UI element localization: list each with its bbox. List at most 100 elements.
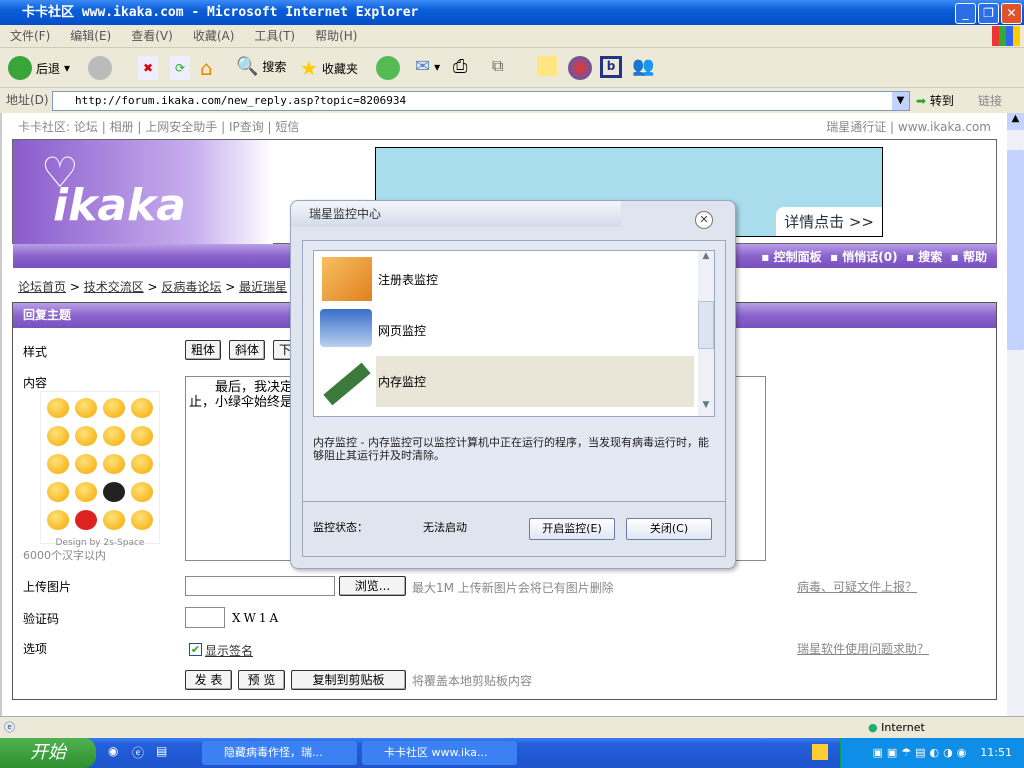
list-scroll-up-icon[interactable]: ▲: [698, 251, 714, 267]
scroll-thumb[interactable]: [1007, 150, 1024, 350]
rising-button[interactable]: [568, 56, 592, 80]
nav-messages[interactable]: 悄悄话(0): [842, 250, 897, 264]
menu-view[interactable]: 查看(V): [131, 29, 173, 43]
emoji-icon[interactable]: [103, 454, 125, 474]
dialog-close-icon[interactable]: ✕: [695, 211, 713, 229]
back-button[interactable]: 后退 ▾: [8, 56, 70, 80]
crumb-antivirus[interactable]: 反病毒论坛: [161, 280, 221, 294]
nav-search[interactable]: 搜索: [918, 250, 942, 264]
quicklaunch-media-icon[interactable]: ◉: [108, 744, 118, 758]
favorites-button[interactable]: ★ 收藏夹: [300, 56, 358, 80]
show-signature-checkbox[interactable]: ✔: [189, 643, 202, 656]
print-button[interactable]: ⎙: [453, 56, 467, 77]
stop-button[interactable]: ✖: [138, 56, 158, 80]
emoji-icon[interactable]: [103, 398, 125, 418]
history-button[interactable]: [376, 56, 400, 80]
refresh-button[interactable]: ⟳: [170, 56, 190, 80]
link-forum[interactable]: 论坛: [74, 120, 98, 134]
search-button[interactable]: 🔍 搜索: [236, 56, 286, 77]
nav-help[interactable]: 帮助: [963, 250, 987, 264]
browse-button[interactable]: 浏览...: [339, 576, 406, 596]
emoji-icon[interactable]: [131, 398, 153, 418]
emoji-icon[interactable]: [47, 426, 69, 446]
start-button[interactable]: 开始: [0, 738, 96, 768]
report-link[interactable]: 病毒、可疑文件上报？: [797, 578, 917, 595]
menu-tools[interactable]: 工具(T): [254, 29, 295, 43]
emoji-icon[interactable]: [75, 482, 97, 502]
upload-input[interactable]: [185, 576, 335, 596]
emoji-icon[interactable]: [131, 510, 153, 530]
home-button[interactable]: ⌂: [200, 56, 213, 80]
emoji-icon[interactable]: [75, 426, 97, 446]
list-scrollbar[interactable]: ▲ ▼: [698, 251, 714, 416]
crumb-tech[interactable]: 技术交流区: [84, 280, 144, 294]
list-item-webpage[interactable]: 网页监控: [378, 322, 426, 339]
list-item-registry[interactable]: 注册表监控: [378, 271, 438, 288]
maximize-button[interactable]: ❐: [978, 3, 999, 24]
link-album[interactable]: 相册: [110, 120, 134, 134]
forward-button[interactable]: [88, 56, 112, 80]
crumb-topic[interactable]: 最近瑞星: [239, 280, 287, 294]
fullscreen-button[interactable]: ⧉: [492, 56, 503, 76]
task-button-2[interactable]: 卡卡社区 www.ika...: [362, 741, 517, 765]
status-label: 监控状态：: [313, 521, 368, 534]
address-dropdown-icon[interactable]: ▼: [892, 92, 909, 110]
crumb-home[interactable]: 论坛首页: [18, 280, 66, 294]
captcha-input[interactable]: [185, 607, 225, 628]
menu-edit[interactable]: 编辑(E): [70, 29, 111, 43]
bold-button[interactable]: 粗体: [185, 340, 222, 360]
messenger-button[interactable]: 👥: [632, 56, 654, 77]
emoji-icon[interactable]: [75, 454, 97, 474]
start-monitor-button[interactable]: 开启监控(E): [529, 518, 615, 540]
emoji-icon[interactable]: [75, 398, 97, 418]
minimize-button[interactable]: _: [955, 3, 976, 24]
list-scroll-down-icon[interactable]: ▼: [698, 400, 714, 416]
b-button[interactable]: b: [600, 56, 622, 78]
monitor-list[interactable]: 注册表监控 网页监控 内存监控 ▲ ▼: [313, 250, 715, 417]
quicklaunch-ie-icon[interactable]: ⓔ: [132, 744, 144, 761]
task-button-1[interactable]: 隐藏病毒作怪，瑞...: [202, 741, 357, 765]
link-assistant[interactable]: 上网安全助手: [145, 120, 217, 134]
nav-control-panel[interactable]: 控制面板: [774, 250, 822, 264]
preview-button[interactable]: 预 览: [238, 670, 285, 690]
mail-button[interactable]: ✉ ▾: [415, 56, 440, 77]
link-passport[interactable]: 瑞星通行证: [826, 120, 886, 134]
note-button[interactable]: [537, 56, 557, 76]
emoji-icon[interactable]: [47, 510, 69, 530]
list-item-memory[interactable]: 内存监控: [378, 373, 426, 390]
emoji-icon[interactable]: [47, 454, 69, 474]
menu-file[interactable]: 文件(F): [10, 29, 50, 43]
emoji-icon[interactable]: [131, 454, 153, 474]
show-signature-label[interactable]: 显示签名: [205, 642, 253, 659]
emoji-icon[interactable]: [47, 482, 69, 502]
link-sms[interactable]: 短信: [275, 120, 299, 134]
emoji-icon[interactable]: [103, 426, 125, 446]
language-bar-icon[interactable]: [812, 744, 828, 760]
submit-button[interactable]: 发 表: [185, 670, 232, 690]
go-button[interactable]: ➡ 转到: [916, 92, 954, 110]
emoji-icon[interactable]: [131, 482, 153, 502]
scroll-up-icon[interactable]: ▲: [1007, 113, 1024, 130]
banner-detail-link[interactable]: 详情点击 >>: [776, 207, 882, 236]
close-window-button[interactable]: ✕: [1001, 3, 1022, 24]
emoji-icon[interactable]: [131, 426, 153, 446]
copy-clipboard-button[interactable]: 复制到剪贴板: [291, 670, 406, 690]
link-ip[interactable]: IP查询: [229, 120, 264, 134]
emoji-icon[interactable]: [103, 510, 125, 530]
emoji-icon[interactable]: [103, 482, 125, 502]
menu-help[interactable]: 帮助(H): [315, 29, 357, 43]
dialog-close-button[interactable]: 关闭(C): [626, 518, 712, 540]
page-scrollbar[interactable]: ▲: [1007, 113, 1024, 716]
address-input[interactable]: http://forum.ikaka.com/new_reply.asp?top…: [52, 91, 910, 111]
links-button[interactable]: 链接: [978, 92, 1002, 110]
help-link[interactable]: 瑞星软件使用问题求助？: [797, 640, 929, 657]
emoji-icon[interactable]: [47, 398, 69, 418]
emoji-icon[interactable]: [75, 510, 97, 530]
menu-favorites[interactable]: 收藏(A): [193, 29, 235, 43]
tray-icons[interactable]: ▣▣☂▤◐◑◉: [872, 746, 970, 759]
list-scroll-thumb[interactable]: [698, 301, 714, 349]
quicklaunch-app-icon[interactable]: ▤: [156, 744, 167, 758]
link-site[interactable]: www.ikaka.com: [898, 120, 991, 134]
italic-button[interactable]: 斜体: [229, 340, 266, 360]
logo[interactable]: ikaka ♡: [13, 140, 273, 244]
